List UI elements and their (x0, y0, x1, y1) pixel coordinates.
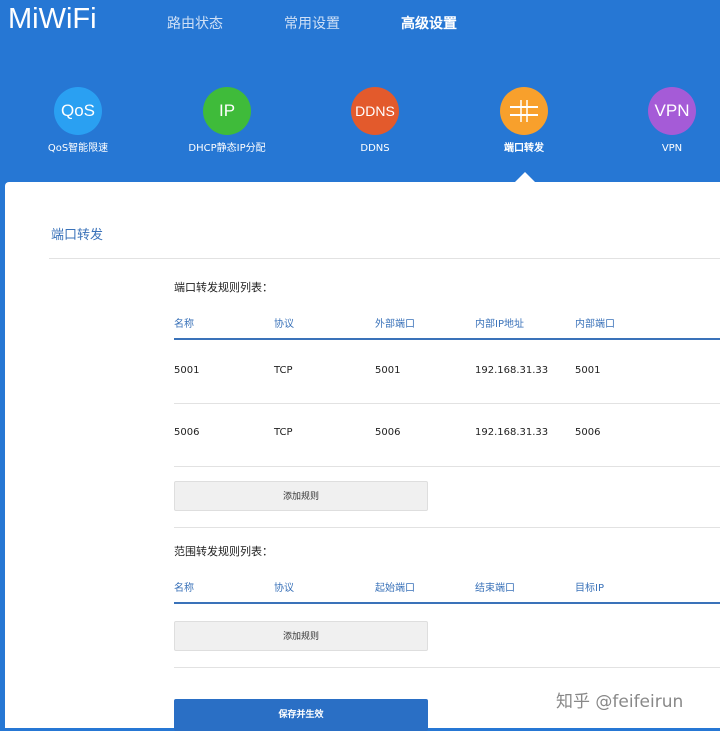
section-divider (174, 667, 720, 668)
pf-col-internal-ip: 内部IP地址 (475, 319, 524, 330)
app-port-forward[interactable]: 端口转发 (464, 87, 584, 157)
qos-icon: QoS (54, 87, 102, 135)
rf-header-line (174, 602, 720, 604)
ip-icon: IP (203, 87, 251, 135)
pf-col-protocol: 协议 (274, 319, 294, 330)
active-tab-pointer (515, 172, 535, 182)
ddns-icon: DDNS (351, 87, 399, 135)
rf-col-end-port: 结束端口 (475, 583, 515, 594)
pf-row2-external-port: 5006 (375, 427, 401, 438)
rf-col-target-ip: 目标IP (575, 583, 604, 594)
add-port-forward-rule-button[interactable]: 添加规则 (174, 481, 428, 511)
save-and-apply-button[interactable]: 保存并生效 (174, 699, 428, 731)
app-qos[interactable]: QoS QoS智能限速 (18, 87, 138, 157)
app-vpn[interactable]: VPN VPN (612, 87, 720, 157)
pf-row1-internal-ip: 192.168.31.33 (475, 365, 549, 376)
rf-col-start-port: 起始端口 (375, 583, 415, 594)
app-qos-label: QoS智能限速 (47, 143, 109, 154)
port-forward-icon (500, 87, 548, 135)
port-forward-list-title: 端口转发规则列表： (174, 281, 273, 294)
rf-col-protocol: 协议 (274, 583, 294, 594)
pf-row1-external-port: 5001 (375, 365, 401, 376)
miwifi-logo[interactable]: MiWiFi (8, 2, 97, 36)
pf-row2-protocol: TCP (274, 427, 293, 438)
pf-col-internal-port: 内部端口 (575, 319, 615, 330)
app-ddns-label: DDNS (360, 143, 390, 154)
nav-advanced-settings[interactable]: 高级设置 (401, 12, 457, 36)
pf-row2-internal-ip: 192.168.31.33 (475, 427, 549, 438)
app-dhcp-label: DHCP静态IP分配 (188, 143, 266, 154)
range-forward-list-title: 范围转发规则列表： (174, 545, 273, 558)
watermark-text: 知乎 @feifeirun (556, 692, 684, 712)
app-port-forward-label: 端口转发 (504, 143, 544, 154)
nav-router-status[interactable]: 路由状态 (167, 12, 223, 36)
app-ddns[interactable]: DDNS DDNS (315, 87, 435, 157)
content-panel: 端口转发 端口转发规则列表： 名称 协议 外部端口 内部IP地址 内部端口 50… (5, 182, 720, 731)
pf-row2-internal-port: 5006 (575, 427, 601, 438)
divider (49, 258, 720, 259)
pf-header-line (174, 338, 720, 340)
pf-col-name: 名称 (174, 319, 194, 330)
row-divider (174, 466, 720, 467)
pf-row2-name: 5006 (174, 427, 200, 438)
page-title: 端口转发 (51, 228, 104, 243)
app-dhcp-static-ip[interactable]: IP DHCP静态IP分配 (167, 87, 287, 157)
nav-common-settings[interactable]: 常用设置 (284, 12, 340, 36)
app-vpn-label: VPN (661, 143, 683, 154)
header: MiWiFi 路由状态 常用设置 高级设置 QoS QoS智能限速 IP DHC… (0, 0, 720, 200)
section-divider (174, 527, 720, 528)
rf-col-name: 名称 (174, 583, 194, 594)
pf-row1-protocol: TCP (274, 365, 293, 376)
row-divider (174, 403, 720, 404)
add-range-forward-rule-button[interactable]: 添加规则 (174, 621, 428, 651)
vpn-icon: VPN (648, 87, 696, 135)
pf-col-external-port: 外部端口 (375, 319, 415, 330)
pf-row1-internal-port: 5001 (575, 365, 601, 376)
pf-row1-name: 5001 (174, 365, 200, 376)
